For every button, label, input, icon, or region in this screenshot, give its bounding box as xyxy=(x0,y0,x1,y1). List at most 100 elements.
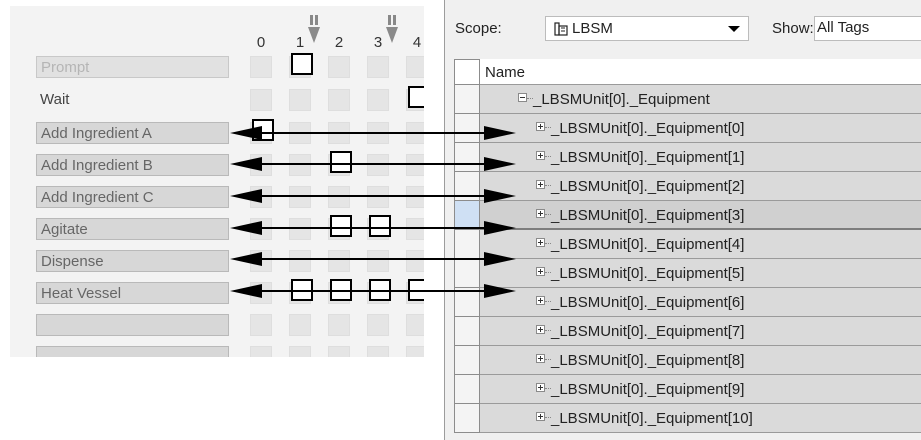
step-cell[interactable] xyxy=(406,346,424,357)
step-label-dispense[interactable]: Dispense xyxy=(36,250,229,272)
show-filter-field[interactable]: All Tags xyxy=(814,16,921,41)
row-header[interactable] xyxy=(454,85,480,114)
tag-cell[interactable]: _LBSMUnit[0]._Equipment[5] xyxy=(480,259,921,288)
table-row[interactable]: _LBSMUnit[0]._Equipment[7] xyxy=(454,317,921,346)
step-cell[interactable] xyxy=(406,56,424,78)
step-cell[interactable] xyxy=(367,56,389,78)
tag-cell[interactable]: _LBSMUnit[0]._Equipment[9] xyxy=(480,375,921,404)
table-row[interactable]: _LBSMUnit[0]._Equipment[4] xyxy=(454,230,921,259)
table-row[interactable]: _LBSMUnit[0]._Equipment[2] xyxy=(454,172,921,201)
expand-icon[interactable] xyxy=(536,209,545,218)
row-header[interactable] xyxy=(454,346,480,375)
expand-icon[interactable] xyxy=(536,267,545,276)
step-cell[interactable] xyxy=(289,346,311,357)
step-cell[interactable] xyxy=(250,314,272,336)
row-header[interactable] xyxy=(454,375,480,404)
chevron-down-icon[interactable] xyxy=(728,26,740,32)
step-cell[interactable] xyxy=(250,89,272,111)
step-label-add-ingredient-a[interactable]: Add Ingredient A xyxy=(36,122,229,144)
expand-icon[interactable] xyxy=(536,238,545,247)
step-cell[interactable] xyxy=(250,154,272,176)
row-header[interactable] xyxy=(454,288,480,317)
step-cell[interactable] xyxy=(250,186,272,208)
step-cell[interactable] xyxy=(328,56,350,78)
step-cell[interactable] xyxy=(406,154,424,176)
row-header[interactable] xyxy=(454,143,480,172)
expand-icon[interactable] xyxy=(536,151,545,160)
step-cell[interactable] xyxy=(367,89,389,111)
step-cell[interactable] xyxy=(289,250,311,272)
phase-box[interactable] xyxy=(330,279,352,301)
column-header-name[interactable]: Name xyxy=(480,59,921,85)
step-cell[interactable] xyxy=(250,346,272,357)
step-cell[interactable] xyxy=(289,218,311,240)
expand-icon[interactable] xyxy=(536,354,545,363)
step-cell[interactable] xyxy=(289,186,311,208)
step-cell[interactable] xyxy=(328,346,350,357)
table-row[interactable]: _LBSMUnit[0]._Equipment[3] xyxy=(454,201,921,230)
step-cell[interactable] xyxy=(367,186,389,208)
step-cell[interactable] xyxy=(406,218,424,240)
row-header[interactable] xyxy=(454,230,480,259)
phase-box[interactable] xyxy=(291,53,313,75)
expand-icon[interactable] xyxy=(536,122,545,131)
transition-marker-icon[interactable] xyxy=(386,15,398,44)
step-cell[interactable] xyxy=(328,122,350,144)
step-label-add-ingredient-b[interactable]: Add Ingredient B xyxy=(36,154,229,176)
step-cell[interactable] xyxy=(289,154,311,176)
row-header[interactable] xyxy=(454,404,480,433)
row-header[interactable] xyxy=(454,317,480,346)
tag-cell[interactable]: _LBSMUnit[0]._Equipment[8] xyxy=(480,346,921,375)
step-cell[interactable] xyxy=(328,250,350,272)
step-cell[interactable] xyxy=(406,122,424,144)
step-cell[interactable] xyxy=(367,154,389,176)
step-cell[interactable] xyxy=(289,314,311,336)
phase-box[interactable] xyxy=(408,86,424,108)
step-cell[interactable] xyxy=(406,186,424,208)
step-cell[interactable] xyxy=(328,89,350,111)
tag-cell[interactable]: _LBSMUnit[0]._Equipment xyxy=(480,85,921,114)
step-cell[interactable] xyxy=(328,186,350,208)
table-row[interactable]: _LBSMUnit[0]._Equipment[5] xyxy=(454,259,921,288)
step-cell[interactable] xyxy=(250,282,272,304)
collapse-icon[interactable] xyxy=(518,93,527,102)
step-cell[interactable] xyxy=(250,218,272,240)
table-row[interactable]: _LBSMUnit[0]._Equipment[6] xyxy=(454,288,921,317)
row-header-corner[interactable] xyxy=(454,59,480,85)
scope-dropdown[interactable]: LBSM xyxy=(545,16,749,41)
step-label-empty[interactable] xyxy=(36,346,229,357)
tag-cell[interactable]: _LBSMUnit[0]._Equipment[4] xyxy=(480,230,921,259)
expand-icon[interactable] xyxy=(536,296,545,305)
expand-icon[interactable] xyxy=(536,383,545,392)
phase-box[interactable] xyxy=(369,215,391,237)
table-row[interactable]: _LBSMUnit[0]._Equipment[10] xyxy=(454,404,921,433)
step-cell[interactable] xyxy=(250,56,272,78)
tag-cell[interactable]: _LBSMUnit[0]._Equipment[1] xyxy=(480,143,921,172)
phase-box[interactable] xyxy=(291,279,313,301)
row-header[interactable] xyxy=(454,172,480,201)
table-row[interactable]: _LBSMUnit[0]._Equipment[0] xyxy=(454,114,921,143)
row-header[interactable] xyxy=(454,114,480,143)
tag-cell[interactable]: _LBSMUnit[0]._Equipment[10] xyxy=(480,404,921,433)
transition-marker-icon[interactable] xyxy=(308,15,320,44)
row-header[interactable] xyxy=(454,201,480,230)
step-label-wait[interactable]: Wait xyxy=(36,89,229,111)
phase-box[interactable] xyxy=(252,119,274,141)
step-label-empty[interactable] xyxy=(36,314,229,336)
phase-box[interactable] xyxy=(369,279,391,301)
phase-box[interactable] xyxy=(330,215,352,237)
step-cell[interactable] xyxy=(406,314,424,336)
step-label-add-ingredient-c[interactable]: Add Ingredient C xyxy=(36,186,229,208)
step-label-agitate[interactable]: Agitate xyxy=(36,218,229,240)
expand-icon[interactable] xyxy=(536,325,545,334)
step-label-heat-vessel[interactable]: Heat Vessel xyxy=(36,282,229,304)
step-cell[interactable] xyxy=(250,250,272,272)
tag-cell[interactable]: _LBSMUnit[0]._Equipment[7] xyxy=(480,317,921,346)
step-cell[interactable] xyxy=(367,346,389,357)
table-row[interactable]: _LBSMUnit[0]._Equipment[9] xyxy=(454,375,921,404)
step-cell[interactable] xyxy=(289,122,311,144)
step-cell[interactable] xyxy=(367,250,389,272)
tag-cell[interactable]: _LBSMUnit[0]._Equipment[0] xyxy=(480,114,921,143)
expand-icon[interactable] xyxy=(536,180,545,189)
step-label-prompt[interactable]: Prompt xyxy=(36,56,229,78)
